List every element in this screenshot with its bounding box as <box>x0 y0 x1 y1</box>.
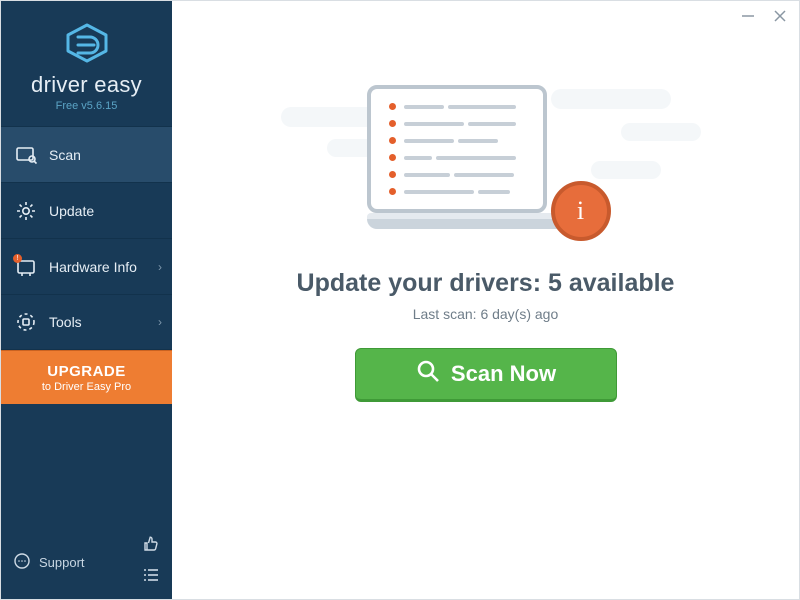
sidebar-item-tools[interactable]: Tools › <box>1 294 172 350</box>
chat-icon <box>13 552 31 573</box>
scan-now-label: Scan Now <box>451 361 556 387</box>
sidebar-item-update[interactable]: Update <box>1 182 172 238</box>
hardware-icon: ! <box>15 256 37 278</box>
tools-icon <box>15 311 37 333</box>
last-scan-text: Last scan: 6 day(s) ago <box>413 306 559 322</box>
window-controls <box>741 9 787 28</box>
brand-name: driver easy <box>1 72 172 98</box>
sidebar-footer: Support <box>1 529 172 599</box>
thumbs-up-icon[interactable] <box>142 535 160 558</box>
sidebar-item-hardware-info[interactable]: ! Hardware Info › <box>1 238 172 294</box>
upgrade-button[interactable]: UPGRADE to Driver Easy Pro <box>1 350 172 404</box>
close-button[interactable] <box>773 9 787 28</box>
scan-icon <box>15 144 37 166</box>
gear-icon <box>15 200 37 222</box>
support-button[interactable]: Support <box>13 552 85 573</box>
scan-illustration: i <box>321 79 651 259</box>
footer-icons <box>142 535 160 589</box>
brand-version: Free v5.6.15 <box>1 100 172 112</box>
upgrade-line2: to Driver Easy Pro <box>42 381 131 393</box>
info-badge-icon: i <box>551 181 611 241</box>
chevron-right-icon: › <box>158 315 162 329</box>
search-icon <box>415 358 441 390</box>
scan-now-button[interactable]: Scan Now <box>355 348 617 402</box>
brand-block: driver easy Free v5.6.15 <box>1 1 172 126</box>
sidebar-nav: Scan Update ! <box>1 126 172 350</box>
sidebar-item-label: Update <box>49 203 94 219</box>
minimize-button[interactable] <box>741 9 755 28</box>
sidebar-item-label: Tools <box>49 314 82 330</box>
headline: Update your drivers: 5 available <box>297 269 675 298</box>
app-window: driver easy Free v5.6.15 Scan <box>0 0 800 600</box>
upgrade-line1: UPGRADE <box>47 363 126 380</box>
brand-logo-icon <box>64 23 110 68</box>
sidebar-item-label: Scan <box>49 147 81 163</box>
list-icon[interactable] <box>142 566 160 589</box>
chevron-right-icon: › <box>158 260 162 274</box>
sidebar: driver easy Free v5.6.15 Scan <box>1 1 172 599</box>
main-panel: i Update your drivers: 5 available Last … <box>172 1 799 599</box>
sidebar-item-label: Hardware Info <box>49 259 137 275</box>
sidebar-item-scan[interactable]: Scan <box>1 126 172 182</box>
support-label: Support <box>39 555 85 570</box>
